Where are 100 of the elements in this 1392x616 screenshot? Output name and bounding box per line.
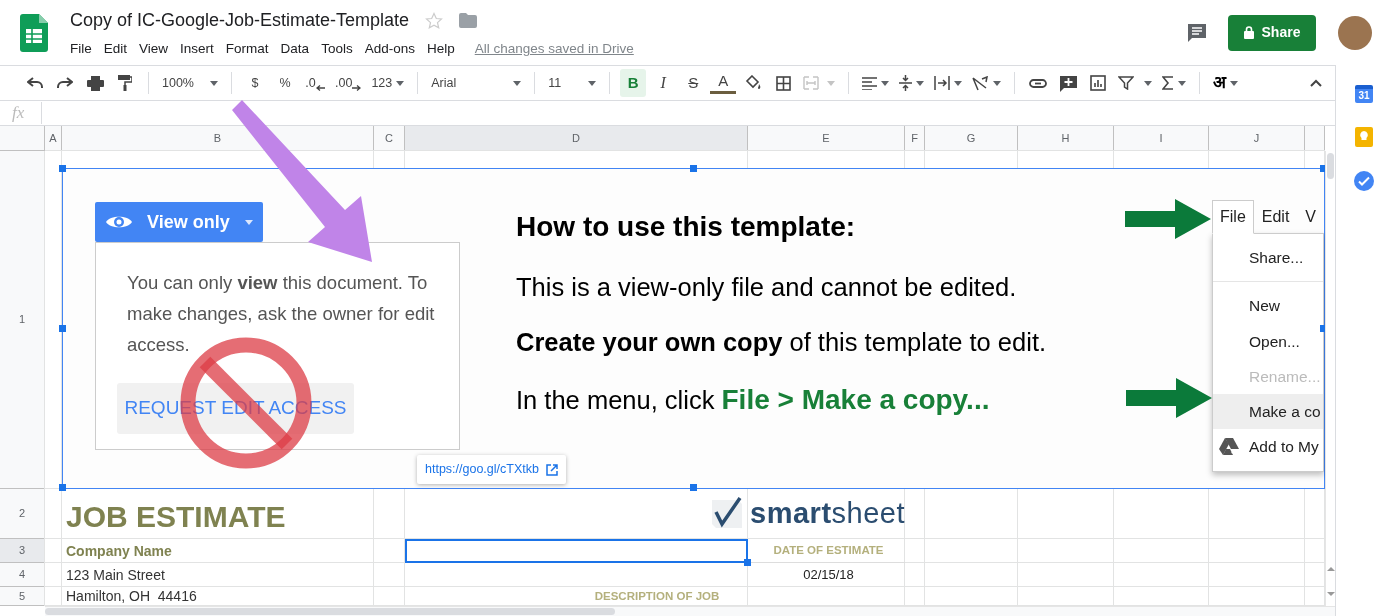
redo-icon — [57, 77, 73, 89]
menu-item[interactable]: File — [64, 37, 98, 62]
column-header[interactable]: E — [748, 126, 905, 151]
star-icon[interactable] — [425, 11, 444, 30]
menu-tab[interactable]: Edit — [1253, 200, 1298, 234]
selected-cell[interactable] — [405, 539, 748, 563]
arrow-icon — [352, 85, 362, 91]
embedded-image[interactable] — [62, 168, 1325, 489]
resize-handle[interactable] — [689, 484, 697, 491]
column-header[interactable]: G — [925, 126, 1018, 151]
resize-handle[interactable] — [689, 165, 697, 172]
view-only-message: You can only view this document. To make changes, ask the owner for edit access. — [127, 271, 436, 357]
strikethrough-button[interactable]: S — [680, 69, 707, 97]
add-comment-icon — [1059, 74, 1077, 92]
document-title[interactable]: Copy of IC-Google-Job-Estimate-Template — [70, 7, 410, 35]
column-header[interactable]: D — [405, 126, 748, 151]
caret-icon — [993, 80, 1002, 86]
caret-icon — [245, 219, 253, 225]
caret-icon — [1144, 80, 1153, 86]
menu-item[interactable]: Edit — [97, 37, 134, 62]
column-header[interactable]: A — [45, 126, 62, 151]
resize-handle[interactable] — [1320, 165, 1325, 172]
menu-item[interactable]: View — [133, 37, 175, 62]
caret-icon — [916, 80, 925, 86]
avatar[interactable] — [1338, 15, 1372, 50]
bold-button[interactable]: B — [620, 69, 647, 97]
logo-text: smartsheet — [750, 497, 905, 531]
menu-item[interactable]: Open... — [1213, 323, 1323, 359]
scrollbar-thumb[interactable] — [45, 608, 615, 615]
paint-roller-icon — [118, 75, 132, 91]
percent-button[interactable]: % — [272, 69, 298, 97]
caret-icon — [588, 80, 597, 86]
check-circle-icon[interactable] — [1354, 171, 1374, 191]
header-filler — [1305, 126, 1325, 151]
menu-item[interactable]: Data — [274, 37, 316, 62]
cell-text: Company Name — [65, 541, 173, 561]
view-only-button[interactable]: View only — [95, 202, 263, 242]
increase-decimals-button[interactable]: .00 — [332, 69, 365, 97]
caret-icon — [881, 80, 890, 86]
column-header[interactable]: F — [905, 126, 925, 151]
menu-item[interactable]: New — [1213, 288, 1323, 324]
row-header[interactable]: 3 — [0, 539, 45, 563]
menu-item[interactable]: Add to My — [1213, 429, 1323, 465]
scroll-down-icon[interactable] — [1327, 591, 1335, 597]
menu-tab[interactable]: V — [1297, 200, 1325, 234]
cell-text: DATE OF ESTIMATE — [748, 539, 905, 563]
menu-item[interactable]: Insert — [174, 37, 220, 62]
paint-bucket-icon — [745, 75, 762, 91]
text-rotation-icon — [972, 75, 990, 91]
arrow-icon — [1126, 378, 1212, 418]
resize-handle[interactable] — [744, 559, 751, 566]
cell-text: JOB ESTIMATE — [65, 498, 287, 535]
more-formats-dropdown[interactable]: 123 — [368, 69, 408, 97]
menu-item[interactable]: Add-ons — [358, 37, 421, 62]
folder-icon[interactable] — [459, 13, 478, 29]
font-dropdown[interactable]: Arial — [428, 69, 525, 97]
resize-handle[interactable] — [59, 324, 66, 332]
share-button[interactable]: Share — [1228, 14, 1316, 51]
save-status-link[interactable]: All changes saved in Drive — [474, 39, 634, 60]
row-header[interactable]: 5 — [0, 587, 45, 606]
caret-icon — [1178, 80, 1187, 86]
italic-button[interactable]: I — [650, 69, 677, 97]
row-header[interactable]: 2 — [0, 489, 45, 539]
menu-item[interactable]: Make a co — [1213, 394, 1323, 430]
menu-item[interactable]: Tools — [315, 37, 359, 62]
resize-handle[interactable] — [59, 484, 66, 491]
menu-item[interactable]: Share... — [1213, 240, 1323, 276]
column-header[interactable]: J — [1209, 126, 1305, 151]
column-header[interactable]: C — [374, 126, 405, 151]
font-size-dropdown[interactable]: 11 — [545, 69, 600, 97]
calendar-icon[interactable]: 31 — [1355, 85, 1373, 103]
link-icon — [1029, 78, 1048, 88]
currency-button[interactable]: $ — [242, 69, 268, 97]
align-left-icon — [862, 76, 878, 90]
drive-icon — [1219, 438, 1239, 456]
row-header[interactable]: 1 — [0, 151, 45, 489]
input-tools-button[interactable]: अ — [1210, 69, 1242, 97]
external-link-icon — [545, 463, 558, 476]
menu-item[interactable]: Help — [420, 37, 461, 62]
undo-icon — [27, 77, 43, 89]
arrow-icon — [315, 85, 325, 91]
text-wrap-icon — [934, 76, 951, 90]
menu-tab[interactable]: File — [1212, 200, 1254, 234]
row-header[interactable]: 4 — [0, 563, 45, 587]
scroll-up-icon[interactable] — [1327, 566, 1335, 572]
resize-handle[interactable] — [1320, 324, 1325, 332]
sum-icon — [1162, 76, 1175, 90]
decrease-decimals-button[interactable]: .0 — [302, 69, 328, 97]
zoom-dropdown[interactable]: 100% — [159, 69, 221, 97]
text-color-button[interactable]: A — [710, 72, 737, 94]
resize-handle[interactable] — [59, 165, 66, 172]
borders-icon — [775, 75, 791, 91]
link-preview[interactable]: https://goo.gl/cTXtkb — [417, 455, 566, 484]
menu-item[interactable]: Format — [219, 37, 275, 62]
comment-icon[interactable] — [1186, 21, 1208, 44]
cell-text: 02/15/18 — [802, 565, 855, 584]
column-header[interactable]: I — [1114, 126, 1209, 151]
scrollbar-thumb[interactable] — [1327, 153, 1334, 179]
spreadsheet-logo-icon[interactable] — [20, 13, 48, 52]
column-header[interactable]: H — [1018, 126, 1114, 151]
